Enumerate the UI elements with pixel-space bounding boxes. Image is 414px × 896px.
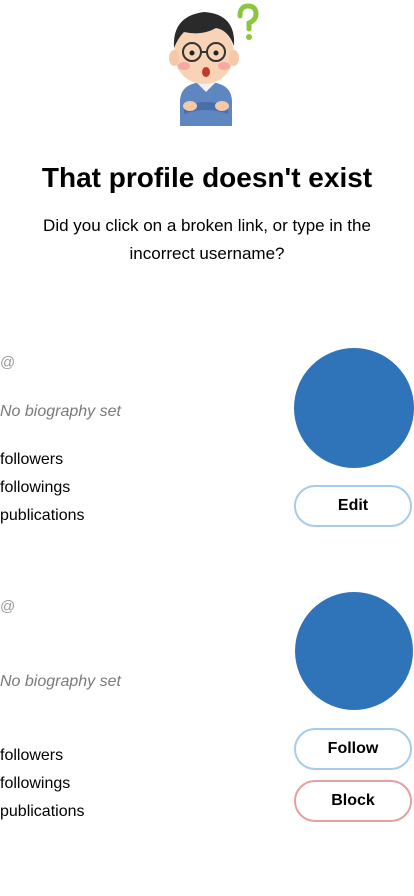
edit-button[interactable]: Edit [294,485,412,527]
profile-handle: @ [0,598,16,615]
publications-count: publications [0,803,85,820]
avatar [295,592,413,710]
followings-count: followings [0,479,71,496]
confused-person-icon [150,2,262,126]
follow-button[interactable]: Follow [294,728,412,770]
publications-count: publications [0,507,85,524]
error-message: Did you click on a broken link, or type … [43,216,371,263]
profile-bio: No biography set [0,673,121,690]
followers-count: followers [0,747,64,764]
profile-card: @ No biography set followers followings … [0,346,414,536]
profile-handle: @ [0,354,16,371]
followers-count: followers [0,451,64,468]
followings-count: followings [0,775,71,792]
avatar [294,348,414,468]
profile-bio: No biography set [0,403,121,420]
page-title: That profile doesn't exist [41,162,373,193]
block-button[interactable]: Block [294,780,412,822]
profile-card: @ No biography set followers followings … [0,590,414,830]
